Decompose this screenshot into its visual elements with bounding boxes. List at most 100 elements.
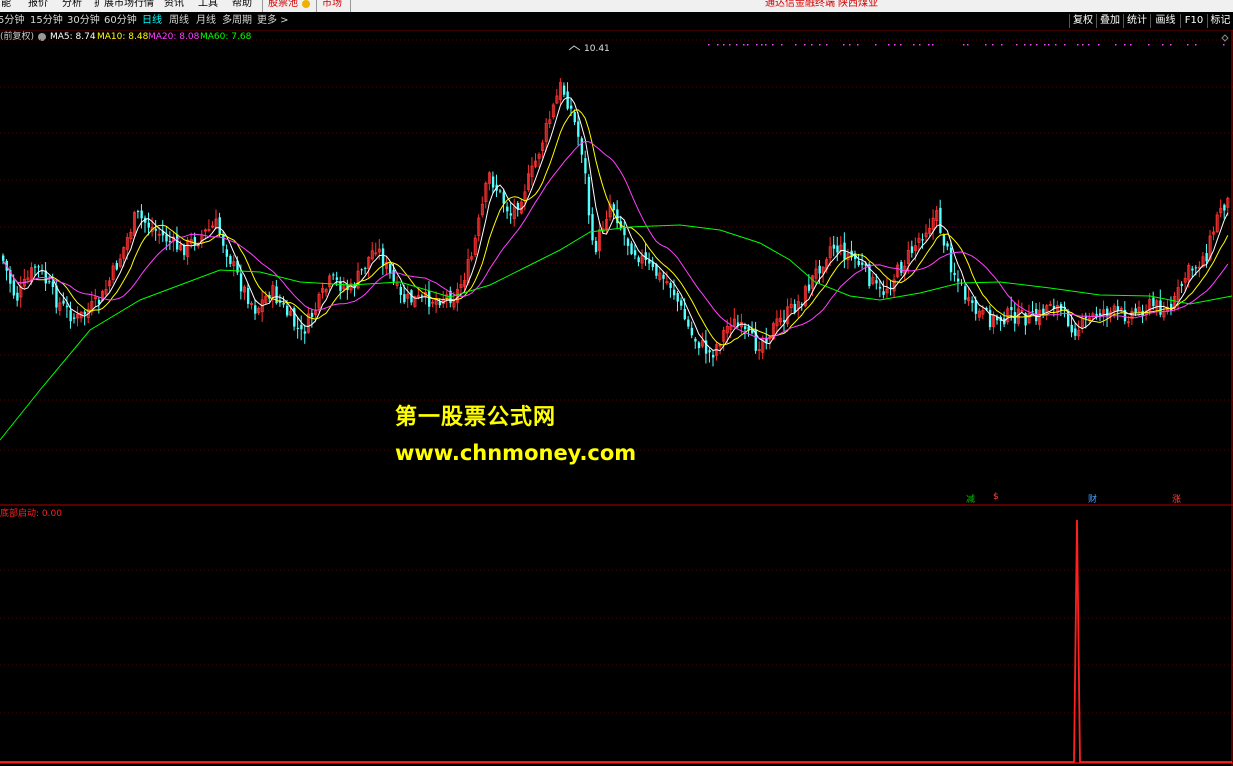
signal-dot	[1187, 44, 1189, 46]
signal-dot	[1048, 44, 1050, 46]
candle-body	[1205, 253, 1208, 262]
signal-dot	[723, 44, 725, 46]
candle-body	[988, 309, 992, 328]
candle-body	[168, 240, 172, 242]
candle-body	[743, 326, 747, 329]
event-marker-reduce[interactable]: 减	[966, 492, 975, 505]
candle-body	[637, 257, 640, 263]
signal-dot	[900, 44, 902, 46]
candle-body	[878, 286, 882, 289]
candle-body	[900, 262, 903, 273]
candle-body	[683, 308, 686, 320]
signal-dot	[1016, 44, 1018, 46]
candle-body	[573, 112, 576, 123]
candle-body	[836, 245, 839, 253]
candle-body	[690, 327, 694, 336]
candle-body	[676, 293, 679, 302]
signal-dot	[781, 44, 783, 46]
signal-dot	[857, 44, 859, 46]
candle-body	[861, 262, 864, 265]
signal-dot	[747, 44, 749, 46]
signal-dot	[765, 44, 767, 46]
candle-body	[1152, 297, 1155, 307]
candle-body	[939, 207, 942, 233]
signal-dot	[1030, 44, 1032, 46]
candle-body	[1191, 268, 1194, 271]
candle-body	[1074, 328, 1077, 336]
candle-body	[949, 247, 953, 273]
signal-dot	[1036, 44, 1038, 46]
candle-body	[669, 282, 672, 288]
signal-dot	[913, 44, 915, 46]
signal-dot	[1001, 44, 1003, 46]
candle-body	[225, 249, 229, 257]
signal-dot	[1223, 44, 1225, 46]
event-marker-rise[interactable]: 涨	[1172, 492, 1181, 505]
candle-body	[303, 331, 307, 334]
candle-body	[712, 354, 715, 358]
signal-dot	[717, 44, 719, 46]
candle-body	[807, 284, 811, 291]
signal-dot	[772, 44, 774, 46]
candle-body	[399, 286, 402, 295]
signal-dot	[985, 44, 987, 46]
event-marker-dollar[interactable]: $	[993, 492, 999, 502]
candle-body	[1159, 300, 1162, 315]
signal-dot	[1077, 44, 1079, 46]
candle-body	[218, 217, 221, 235]
candle-body	[136, 211, 140, 213]
candle-body	[672, 289, 676, 296]
candle-body	[818, 265, 821, 274]
signal-dot	[1195, 44, 1197, 46]
candle-body	[630, 243, 633, 255]
candle-body	[165, 234, 168, 242]
watermark-url: www.chnmoney.com	[395, 441, 637, 465]
candle-body	[65, 305, 69, 308]
candle-body	[1031, 311, 1034, 313]
candle-body	[388, 263, 392, 274]
candle-body	[360, 269, 363, 271]
signal-dot	[928, 44, 930, 46]
candle-body	[506, 206, 509, 212]
signal-dot	[967, 44, 969, 46]
signal-dot	[1082, 44, 1084, 46]
signal-dot	[1148, 44, 1150, 46]
signal-dot	[875, 44, 877, 46]
candle-body	[332, 274, 335, 276]
candle-body	[48, 281, 51, 283]
peak-marker-icon	[568, 45, 581, 51]
candlestick-chart[interactable]	[0, 0, 1233, 766]
candle-body	[591, 214, 594, 241]
candle-body	[580, 138, 584, 155]
candle-body	[69, 310, 72, 322]
candle-body	[587, 176, 591, 216]
signal-dot	[761, 44, 763, 46]
signal-dot	[1024, 44, 1026, 46]
candle-body	[644, 252, 647, 260]
candle-body	[37, 266, 40, 268]
candle-body	[420, 295, 424, 297]
candle-body	[1169, 303, 1173, 311]
candle-body	[229, 256, 232, 264]
candle-body	[246, 287, 250, 304]
signal-dot	[708, 44, 710, 46]
candle-body	[964, 286, 967, 300]
signal-dot	[804, 44, 806, 46]
candle-body	[12, 280, 16, 296]
candle-body	[254, 305, 257, 314]
signal-dot	[1098, 44, 1100, 46]
event-marker-finance[interactable]: 财	[1088, 492, 1097, 505]
candle-body	[708, 350, 711, 353]
candle-body	[584, 158, 587, 174]
signal-dot	[736, 44, 738, 46]
candle-body	[1106, 308, 1109, 317]
signal-dot	[1170, 44, 1172, 46]
candle-body	[633, 250, 637, 256]
candle-body	[832, 244, 836, 249]
signal-dot	[1162, 44, 1164, 46]
candle-body	[566, 91, 569, 109]
diamond-icon	[1221, 34, 1229, 42]
candle-body	[183, 244, 186, 256]
signal-dot	[1064, 44, 1066, 46]
candle-body	[1010, 306, 1013, 311]
